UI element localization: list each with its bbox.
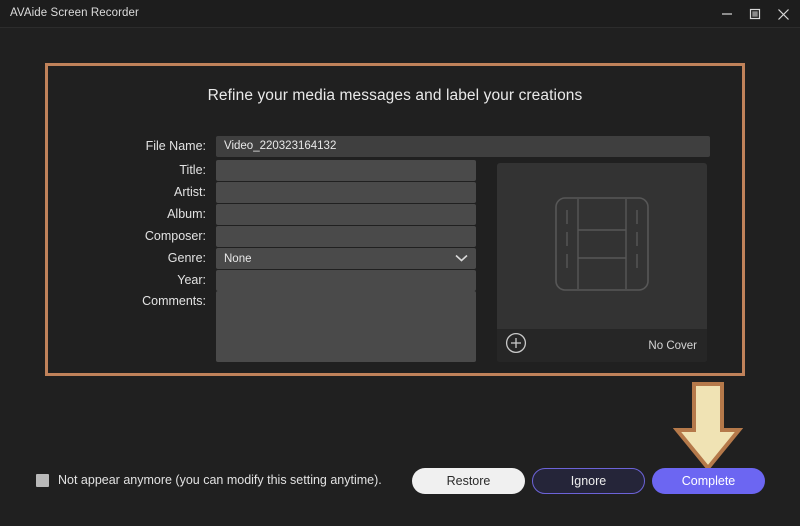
chevron-down-icon	[455, 253, 468, 265]
complete-button[interactable]: Complete	[652, 468, 765, 494]
dialog-heading: Refine your media messages and label you…	[207, 87, 583, 104]
field-label-year: Year:	[177, 273, 206, 287]
not-appear-checkbox[interactable]	[36, 473, 49, 487]
arrow-annotation	[672, 382, 744, 472]
field-label-genre: Genre:	[167, 251, 206, 265]
not-appear-label: Not appear anymore (you can modify this …	[58, 473, 382, 487]
restore-button[interactable]: Restore	[412, 468, 525, 494]
window-titlebar: AVAide Screen Recorder	[0, 0, 800, 28]
close-icon	[777, 8, 790, 21]
field-label-album: Album:	[167, 207, 206, 221]
composer-input[interactable]	[216, 226, 476, 247]
year-input[interactable]	[216, 270, 476, 291]
field-label-file-name: File Name:	[145, 139, 206, 153]
close-button[interactable]	[768, 0, 798, 28]
ignore-button[interactable]: Ignore	[532, 468, 645, 494]
cover-art-preview	[497, 163, 707, 329]
minimize-button[interactable]	[712, 0, 742, 28]
not-appear-checkbox-row[interactable]: Not appear anymore (you can modify this …	[36, 473, 382, 487]
cover-art-panel[interactable]: No Cover	[497, 163, 707, 362]
maximize-icon	[749, 8, 761, 20]
title-input[interactable]	[216, 160, 476, 181]
plus-circle-icon[interactable]	[505, 332, 527, 359]
artist-input[interactable]	[216, 182, 476, 203]
maximize-button[interactable]	[740, 0, 770, 28]
field-label-comments: Comments:	[142, 294, 206, 308]
no-cover-label: No Cover	[648, 339, 697, 352]
film-strip-icon	[552, 194, 652, 299]
album-input[interactable]	[216, 204, 476, 225]
app-title: AVAide Screen Recorder	[10, 7, 139, 19]
genre-selected-value: None	[224, 252, 252, 265]
field-label-title: Title:	[179, 163, 206, 177]
file-name-input[interactable]	[216, 136, 710, 157]
genre-select[interactable]: None	[216, 248, 476, 269]
field-label-composer: Composer:	[144, 229, 206, 243]
minimize-icon	[721, 8, 733, 20]
cover-panel-footer: No Cover	[497, 329, 707, 362]
field-label-artist: Artist:	[174, 185, 206, 199]
comments-input[interactable]	[216, 291, 476, 362]
